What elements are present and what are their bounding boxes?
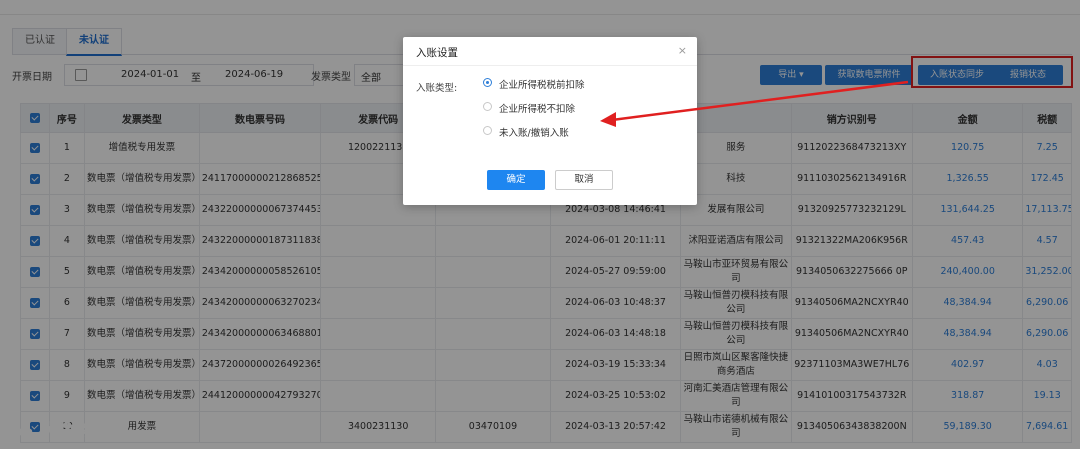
ledger-settings-dialog: 入账设置 × 入账类型: 企业所得税税前扣除 企业所得税不扣除 未入账/撤销入账… (403, 37, 697, 205)
cancel-button[interactable]: 取消 (555, 170, 613, 190)
radio-label: 未入账/撤销入账 (499, 128, 569, 139)
radio-icon (483, 102, 492, 111)
radio-label: 企业所得税税前扣除 (499, 80, 585, 91)
radio-label: 企业所得税不扣除 (499, 104, 576, 115)
ledger-type-label: 入账类型: (416, 83, 458, 94)
confirm-button[interactable]: 确定 (487, 170, 545, 190)
radio-icon (483, 126, 492, 135)
close-icon[interactable]: × (678, 44, 687, 57)
radio-selected-icon (483, 78, 492, 87)
dialog-header: 入账设置 × (403, 37, 697, 66)
dialog-title: 入账设置 (416, 47, 458, 59)
